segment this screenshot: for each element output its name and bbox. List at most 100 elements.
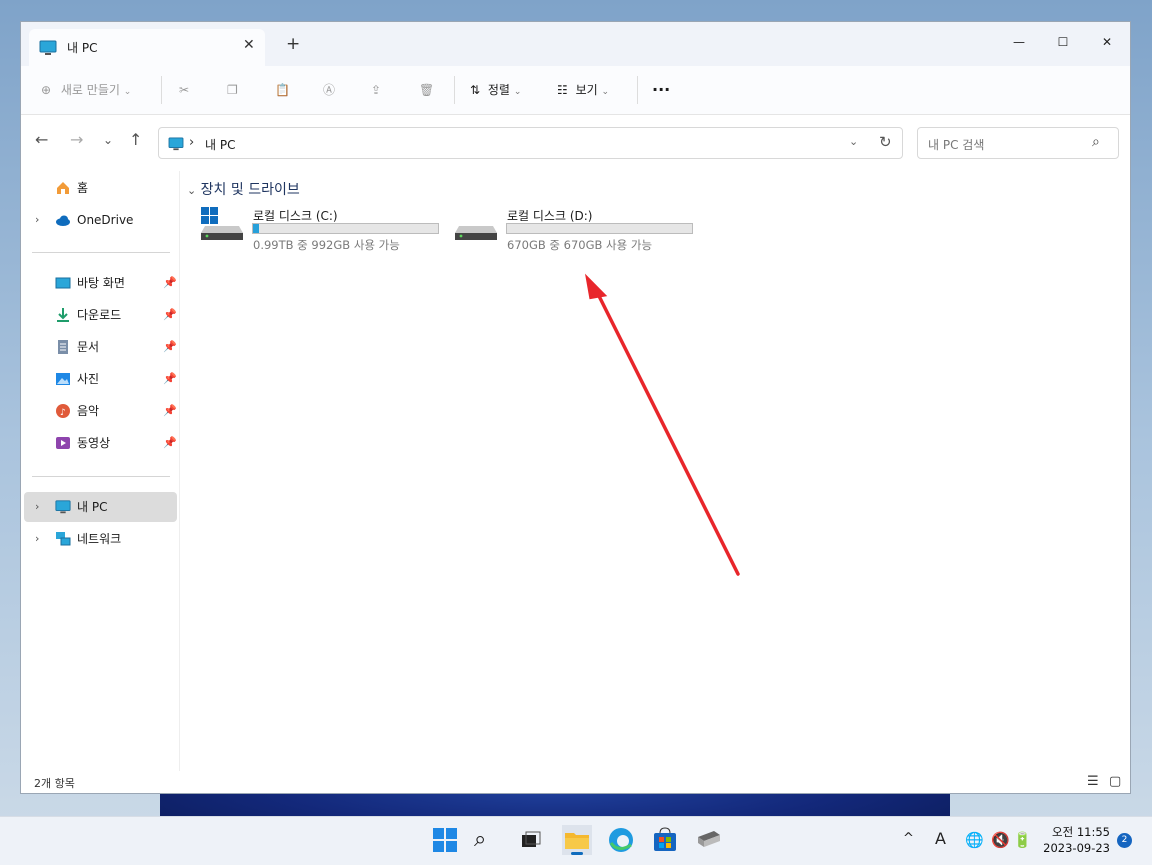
drive-usage-fill bbox=[253, 224, 259, 233]
sidebar-item-network[interactable]: › 네트워크 bbox=[21, 524, 177, 554]
pin-icon[interactable]: 📌 bbox=[163, 268, 177, 298]
drive-name: 로컬 디스크 (D:) bbox=[507, 209, 593, 223]
delete-icon[interactable]: 🗑 bbox=[419, 78, 434, 102]
sidebar-item-label: 네트워크 bbox=[77, 532, 122, 546]
sidebar-item-onedrive[interactable]: › OneDrive bbox=[21, 205, 177, 235]
pin-icon[interactable]: 📌 bbox=[163, 396, 177, 426]
drive-c[interactable]: 로컬 디스크 (C:) 0.99TB 중 992GB 사용 가능 bbox=[201, 207, 451, 257]
file-explorer-window: 내 PC ✕ + — ☐ ✕ ⊕ 새로 만들기 ⌄ ✂ ❐ 📋 Ⓐ ⇪ 🗑 ⇅ … bbox=[20, 21, 1131, 794]
sidebar-item-label: 음악 bbox=[77, 404, 100, 418]
taskbar: ⌕ ^ A 🌐 🔇 🔋 오전 11:55 2023-09-23 2 bbox=[0, 816, 1152, 865]
tab-this-pc[interactable]: 내 PC ✕ bbox=[29, 29, 265, 66]
chevron-down-icon: ⌄ bbox=[123, 87, 132, 97]
new-button[interactable]: ⊕ 새로 만들기 ⌄ bbox=[41, 78, 131, 102]
monitor-icon bbox=[168, 137, 184, 151]
sidebar-item-label: OneDrive bbox=[77, 213, 134, 227]
chevron-down-icon: ⌄ bbox=[601, 87, 610, 97]
task-view-icon[interactable] bbox=[516, 825, 546, 855]
edge-browser-icon[interactable] bbox=[606, 825, 636, 855]
video-icon bbox=[56, 437, 70, 449]
expand-chevron-icon[interactable]: › bbox=[35, 205, 39, 235]
battery-icon[interactable]: 🔋 bbox=[1013, 831, 1032, 849]
forward-arrow-icon[interactable]: → bbox=[70, 130, 83, 149]
new-tab-button[interactable]: + bbox=[286, 34, 300, 54]
pin-icon[interactable]: 📌 bbox=[163, 332, 177, 362]
start-windows-icon[interactable] bbox=[430, 825, 460, 855]
file-explorer-icon[interactable] bbox=[562, 825, 592, 855]
music-icon: ♪ bbox=[56, 404, 70, 418]
app-installer-icon[interactable] bbox=[694, 825, 724, 855]
expand-chevron-icon[interactable]: › bbox=[35, 492, 39, 522]
tray-overflow-chevron[interactable]: ^ bbox=[903, 831, 914, 846]
sidebar-item-downloads[interactable]: 다운로드 📌 bbox=[21, 300, 177, 330]
toolbar-divider bbox=[637, 76, 638, 104]
details-view-icon[interactable]: ☰ bbox=[1087, 774, 1099, 789]
minimize-button[interactable]: — bbox=[999, 28, 1039, 56]
breadcrumb-this-pc[interactable]: 내 PC bbox=[205, 136, 235, 153]
expand-chevron-icon[interactable]: › bbox=[35, 524, 39, 554]
sidebar-item-home[interactable]: 홈 bbox=[21, 173, 177, 203]
pin-icon[interactable]: 📌 bbox=[163, 364, 177, 394]
cut-icon[interactable]: ✂ bbox=[179, 78, 189, 102]
close-button[interactable]: ✕ bbox=[1087, 28, 1127, 56]
search-icon[interactable]: ⌕ bbox=[474, 825, 504, 855]
sidebar-item-music[interactable]: ♪ 음악 📌 bbox=[21, 396, 177, 426]
system-clock[interactable]: 오전 11:55 2023-09-23 bbox=[1042, 824, 1110, 856]
more-options-button[interactable]: ··· bbox=[652, 78, 670, 102]
sidebar-item-this-pc[interactable]: › 내 PC bbox=[24, 492, 177, 522]
address-dropdown-icon[interactable]: ⌄ bbox=[849, 135, 858, 148]
sidebar-item-label: 다운로드 bbox=[77, 308, 122, 322]
sidebar-divider bbox=[32, 476, 170, 477]
drive-space-info: 0.99TB 중 992GB 사용 가능 bbox=[253, 238, 400, 252]
pin-icon[interactable]: 📌 bbox=[163, 300, 177, 330]
pictures-icon bbox=[56, 373, 70, 385]
content-pane: ⌄ 장치 및 드라이브 로컬 디스크 (C:) 0.99TB 중 992GB 사… bbox=[181, 171, 1130, 771]
volume-muted-icon[interactable]: 🔇 bbox=[991, 831, 1010, 849]
monitor-icon bbox=[55, 500, 71, 514]
drive-d[interactable]: 로컬 디스크 (D:) 670GB 중 670GB 사용 가능 bbox=[455, 207, 705, 257]
language-globe-icon[interactable]: 🌐 bbox=[965, 831, 984, 849]
group-header-devices[interactable]: ⌄ 장치 및 드라이브 bbox=[187, 179, 300, 199]
toolbar-divider bbox=[161, 76, 162, 104]
sidebar-item-pictures[interactable]: 사진 📌 bbox=[21, 364, 177, 394]
breadcrumb-chevron-icon[interactable]: › bbox=[189, 135, 194, 150]
paste-icon[interactable]: 📋 bbox=[275, 78, 290, 102]
recent-locations-chevron-icon[interactable]: ⌄ bbox=[103, 133, 113, 147]
share-icon[interactable]: ⇪ bbox=[371, 78, 381, 102]
sidebar-item-videos[interactable]: 동영상 📌 bbox=[21, 428, 177, 458]
ime-indicator[interactable]: A bbox=[935, 829, 946, 848]
refresh-icon[interactable]: ↻ bbox=[879, 133, 892, 151]
view-label: 보기 bbox=[575, 83, 598, 97]
back-arrow-icon[interactable]: ← bbox=[35, 130, 48, 149]
sidebar-item-desktop[interactable]: 바탕 화면 📌 bbox=[21, 268, 177, 298]
desktop-icon bbox=[55, 277, 71, 289]
group-title: 장치 및 드라이브 bbox=[200, 182, 300, 198]
command-bar: ⊕ 새로 만들기 ⌄ ✂ ❐ 📋 Ⓐ ⇪ 🗑 ⇅ 정렬 ⌄ ☷ 보기 ⌄ ··· bbox=[21, 66, 1130, 115]
large-icons-view-icon[interactable]: ▢ bbox=[1109, 774, 1121, 789]
search-icon[interactable]: ⌕ bbox=[1092, 134, 1100, 150]
sidebar-item-documents[interactable]: 문서 📌 bbox=[21, 332, 177, 362]
address-bar[interactable]: › 내 PC ⌄ ↻ bbox=[158, 127, 903, 159]
cloud-icon bbox=[56, 215, 70, 226]
view-button[interactable]: ☷ 보기 ⌄ bbox=[557, 78, 609, 102]
rename-icon[interactable]: Ⓐ bbox=[323, 78, 335, 102]
maximize-button[interactable]: ☐ bbox=[1043, 28, 1083, 56]
sort-button[interactable]: ⇅ 정렬 ⌄ bbox=[470, 78, 521, 102]
home-icon bbox=[57, 182, 69, 194]
sidebar-item-label: 문서 bbox=[77, 340, 100, 354]
search-placeholder: 내 PC 검색 bbox=[928, 138, 985, 152]
pin-icon[interactable]: 📌 bbox=[163, 428, 177, 458]
collapse-chevron-icon[interactable]: ⌄ bbox=[187, 184, 196, 197]
navigation-pane: 홈 › OneDrive 바탕 화면 📌 다운로드 📌 문서 📌 사진 📌 ♪ … bbox=[21, 171, 180, 771]
toolbar-divider bbox=[454, 76, 455, 104]
sidebar-item-label: 동영상 bbox=[77, 436, 111, 450]
notification-badge[interactable]: 2 bbox=[1117, 833, 1132, 848]
copy-icon[interactable]: ❐ bbox=[227, 78, 238, 102]
sort-label: 정렬 bbox=[487, 83, 510, 97]
tab-close-icon[interactable]: ✕ bbox=[243, 37, 255, 53]
search-box[interactable]: 내 PC 검색 ⌕ bbox=[917, 127, 1119, 159]
store-icon[interactable] bbox=[650, 825, 680, 855]
up-arrow-icon[interactable]: ↑ bbox=[129, 130, 142, 149]
network-icon bbox=[56, 532, 71, 546]
sort-icon: ⇅ bbox=[470, 83, 481, 97]
